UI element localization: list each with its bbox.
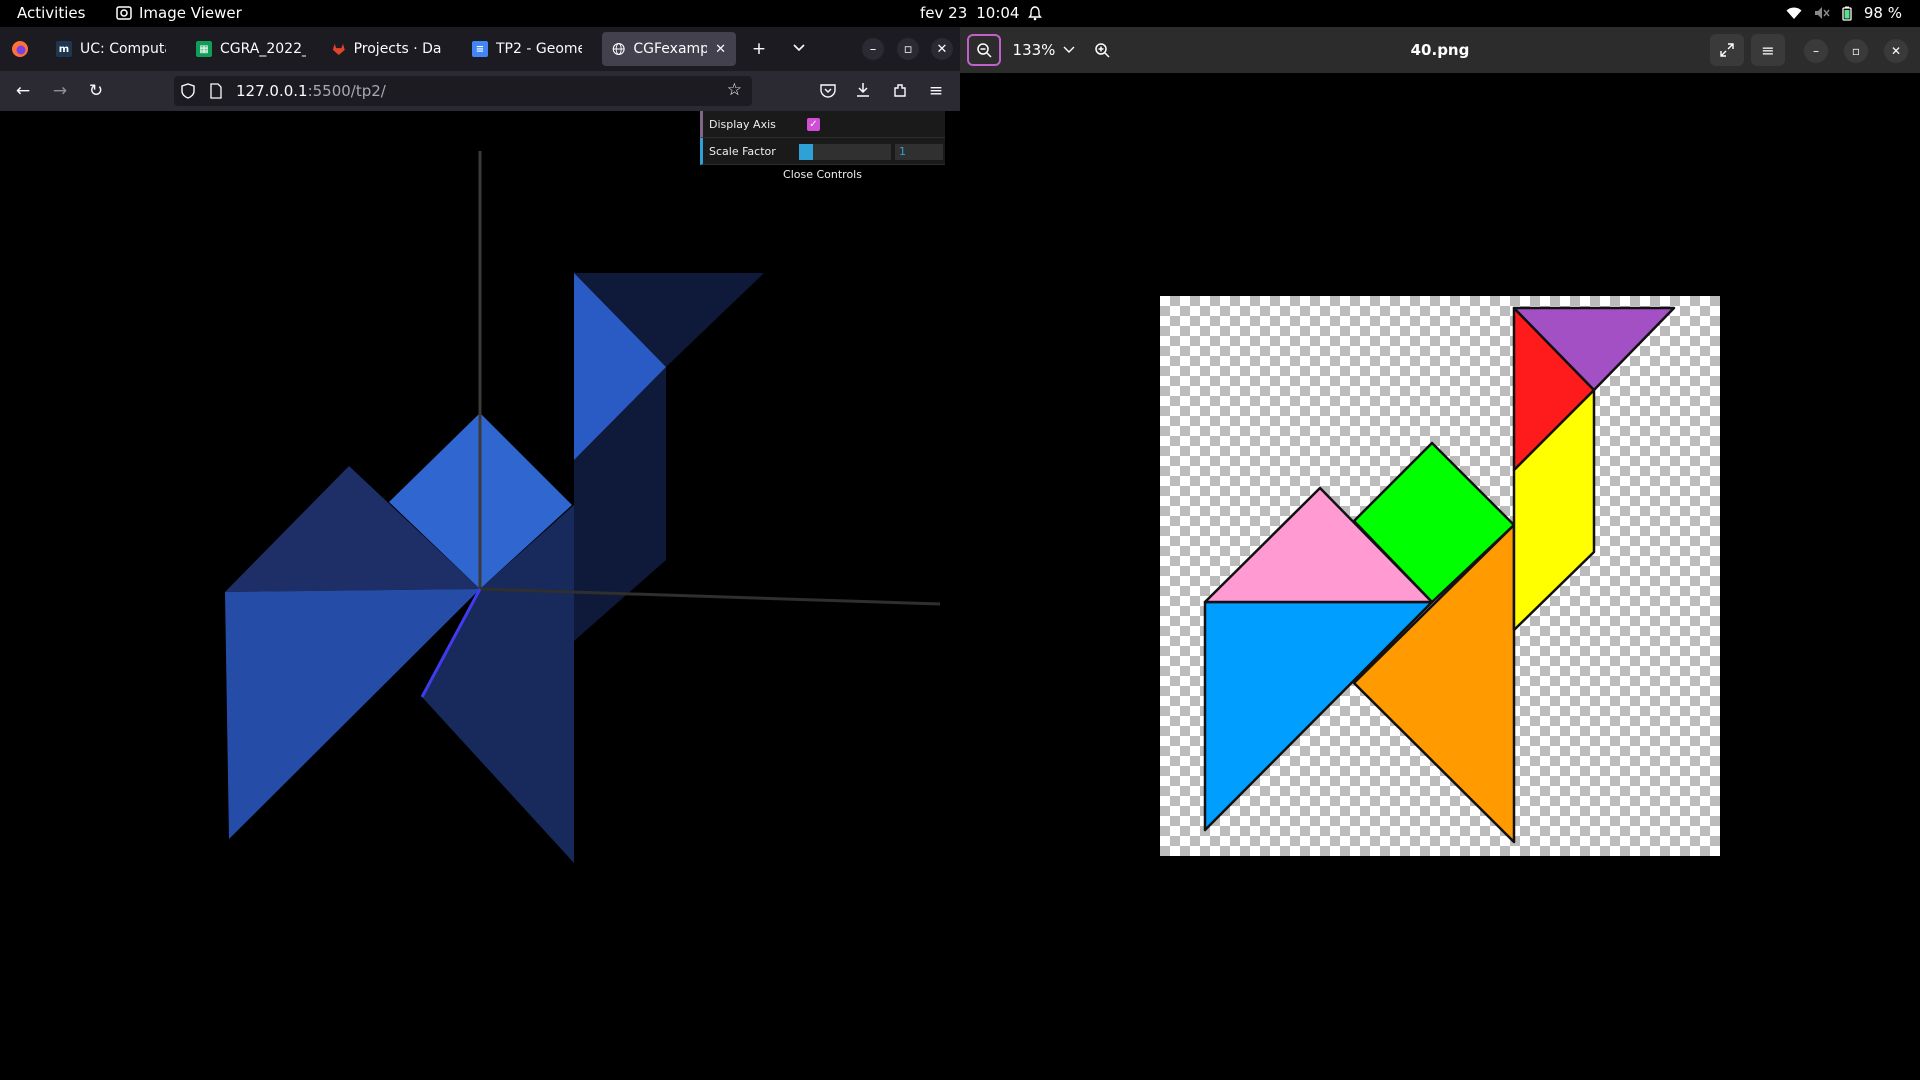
tab-label: TP2 - Geometr	[496, 41, 582, 57]
url-text: 127.0.0.1:5500/tp2/	[236, 82, 386, 100]
shield-icon	[181, 83, 195, 99]
viewer-close-icon[interactable]: ✕	[1884, 39, 1908, 63]
reload-icon[interactable]: ↻	[84, 79, 108, 103]
pocket-icon[interactable]	[820, 83, 836, 98]
controls-panel: Display Axis ✓ Scale Factor 1 Close Cont…	[700, 111, 945, 185]
image-viewer-window: 133% 40.png ≡ – ▫ ✕	[960, 27, 1920, 1080]
url-bar[interactable]: 127.0.0.1:5500/tp2/ ☆	[174, 76, 752, 106]
bookmark-star-icon[interactable]: ☆	[727, 80, 742, 100]
time-label: 10:04	[976, 4, 1020, 22]
sheets-icon: ▦	[196, 41, 212, 57]
alarm-bell-icon	[1028, 5, 1043, 20]
hamburger-icon: ≡	[1761, 40, 1775, 60]
volume-muted-icon	[1814, 7, 1830, 19]
tab-label: CGFexample	[633, 41, 708, 57]
top-bar: Activities Image Viewer fev 23 10:04 98 …	[0, 0, 1920, 27]
battery-icon	[1842, 6, 1852, 21]
viewer-minimize-icon[interactable]: –	[1804, 39, 1828, 63]
fullscreen-icon	[1720, 43, 1734, 57]
maximize-icon[interactable]: ▫	[897, 38, 919, 60]
tab-tp2-geometria[interactable]: ≡ TP2 - Geometr	[462, 32, 592, 66]
tab-uc-computacao[interactable]: m UC: Computaç	[46, 32, 176, 66]
tab-strip: m UC: Computaç ▦ CGRA_2022_2 Projects · …	[0, 27, 960, 71]
download-icon[interactable]	[855, 82, 871, 98]
image-canvas[interactable]	[1160, 296, 1720, 856]
docs-icon: ≡	[472, 41, 488, 57]
firefox-window: m UC: Computaç ▦ CGRA_2022_2 Projects · …	[0, 27, 960, 1080]
extensions-icon[interactable]	[892, 82, 908, 98]
battery-percent: 98 %	[1863, 4, 1902, 22]
image-viewer-icon	[116, 6, 132, 20]
moodle-icon: m	[56, 41, 72, 57]
display-axis-row[interactable]: Display Axis ✓	[700, 111, 945, 138]
tab-label: CGRA_2022_2	[220, 41, 306, 57]
url-host: 127.0.0.1	[236, 82, 308, 100]
clock[interactable]: fev 23 10:04	[920, 4, 1043, 22]
tab-gitlab-projects[interactable]: Projects · Dash	[322, 32, 452, 66]
back-arrow-icon[interactable]: ←	[11, 79, 35, 103]
scale-factor-fill	[799, 144, 813, 160]
tab-label: UC: Computaç	[80, 41, 166, 57]
activities-button[interactable]: Activities	[17, 4, 85, 22]
scale-factor-slider[interactable]	[799, 144, 891, 160]
date-label: fev 23	[920, 4, 968, 22]
scale-factor-label: Scale Factor	[709, 145, 776, 158]
close-controls-button[interactable]: Close Controls	[700, 165, 945, 185]
forward-arrow-icon[interactable]: →	[48, 79, 72, 103]
minimize-icon[interactable]: –	[862, 38, 884, 60]
main-menu-button[interactable]: ≡	[1751, 34, 1785, 66]
firefox-logo-icon[interactable]	[11, 40, 29, 58]
page-info-icon	[210, 83, 222, 99]
url-path: :5500/tp2/	[307, 82, 386, 100]
close-tab-icon[interactable]: ✕	[715, 42, 726, 57]
display-axis-label: Display Axis	[709, 118, 776, 131]
system-tray[interactable]: 98 %	[1786, 4, 1902, 22]
gitlab-icon	[332, 43, 345, 55]
tab-cgfexample[interactable]: CGFexample ✕	[602, 32, 736, 66]
globe-icon	[612, 43, 625, 55]
viewer-maximize-icon[interactable]: ▫	[1844, 39, 1868, 63]
tab-label: Projects · Dash	[353, 41, 442, 57]
hamburger-menu-icon[interactable]: ≡	[924, 79, 948, 103]
scene-canvas[interactable]	[0, 111, 960, 1080]
fullscreen-button[interactable]	[1710, 34, 1744, 66]
scale-factor-row: Scale Factor 1	[700, 138, 945, 165]
tab-cgra-sheet[interactable]: ▦ CGRA_2022_2	[186, 32, 316, 66]
wifi-icon	[1786, 7, 1802, 19]
list-tabs-chevron-icon[interactable]	[792, 43, 806, 53]
new-tab-plus-icon[interactable]: +	[747, 37, 771, 61]
webgl-viewport[interactable]: Display Axis ✓ Scale Factor 1 Close Cont…	[0, 111, 960, 1080]
app-name: Image Viewer	[139, 4, 242, 22]
nav-bar: ← → ↻ 127.0.0.1:5500/tp2/ ☆ ≡	[0, 71, 960, 111]
display-axis-checkbox[interactable]: ✓	[807, 118, 820, 131]
scale-factor-input[interactable]: 1	[895, 144, 943, 160]
tangram-image	[1203, 306, 1676, 844]
viewer-header-bar: 133% 40.png ≡ – ▫ ✕	[960, 27, 1920, 73]
close-window-icon[interactable]: ✕	[931, 38, 953, 60]
app-menu[interactable]: Image Viewer	[116, 4, 242, 22]
